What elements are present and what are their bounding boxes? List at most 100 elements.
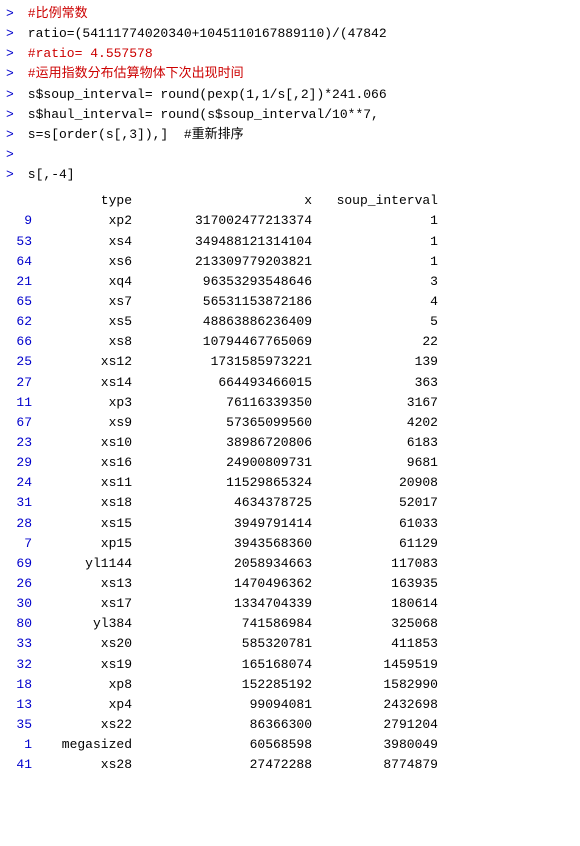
cell-x: 2058934663 [138,554,318,574]
cell-soup-interval: 52017 [318,493,438,513]
cell-type: xs10 [38,433,138,453]
cell-x: 99094081 [138,695,318,715]
cell-type: xs8 [38,332,138,352]
cell-soup-interval: 20908 [318,473,438,493]
line-4: > #运用指数分布估算物体下次出现时间 [0,64,580,84]
cell-x: 3943568360 [138,534,318,554]
cell-x: 1334704339 [138,594,318,614]
cell-type: xp8 [38,675,138,695]
line-1: > #比例常数 [0,4,580,24]
cell-soup-interval: 1582990 [318,675,438,695]
cell-soup-interval: 117083 [318,554,438,574]
cell-soup-interval: 325068 [318,614,438,634]
cell-rownum: 53 [6,232,38,252]
cell-rownum: 41 [6,755,38,775]
cell-soup-interval: 163935 [318,574,438,594]
cell-x: 317002477213374 [138,211,318,231]
cell-type: xs5 [38,312,138,332]
prompt: > [6,44,20,64]
cell-x: 11529865324 [138,473,318,493]
table-row: 66 xs8 10794467765069 22 [6,332,574,352]
cell-soup-interval: 2432698 [318,695,438,715]
table-row: 53 xs4 349488121314104 1 [6,232,574,252]
cell-rownum: 23 [6,433,38,453]
cell-x: 48863886236409 [138,312,318,332]
cell-x: 3949791414 [138,514,318,534]
cell-rownum: 11 [6,393,38,413]
cell-rownum: 32 [6,655,38,675]
cell-soup-interval: 1 [318,232,438,252]
cell-rownum: 33 [6,634,38,654]
line-5: > s$soup_interval= round(pexp(1,1/s[,2])… [0,85,580,105]
cell-rownum: 26 [6,574,38,594]
cell-soup-interval: 6183 [318,433,438,453]
code-text: s=s[order(s[,3]),] #重新排序 [20,125,244,145]
cell-soup-interval: 3 [318,272,438,292]
table-row: 31 xs18 4634378725 52017 [6,493,574,513]
cell-soup-interval: 3167 [318,393,438,413]
cell-x: 664493466015 [138,373,318,393]
cell-x: 56531153872186 [138,292,318,312]
table-row: 62 xs5 48863886236409 5 [6,312,574,332]
cell-type: xs20 [38,634,138,654]
cell-soup-interval: 9681 [318,453,438,473]
cell-type: xs19 [38,655,138,675]
cell-soup-interval: 1459519 [318,655,438,675]
cell-type: yl384 [38,614,138,634]
code-text: #运用指数分布估算物体下次出现时间 [20,64,244,84]
cell-x: 76116339350 [138,393,318,413]
cell-x: 86366300 [138,715,318,735]
cell-x: 24900809731 [138,453,318,473]
cell-rownum: 7 [6,534,38,554]
table-row: 18 xp8 152285192 1582990 [6,675,574,695]
cell-rownum: 29 [6,453,38,473]
cell-soup-interval: 180614 [318,594,438,614]
cell-soup-interval: 22 [318,332,438,352]
cell-x: 60568598 [138,735,318,755]
cell-type: xs17 [38,594,138,614]
cell-type: xs15 [38,514,138,534]
cell-type: xp4 [38,695,138,715]
table-row: 35 xs22 86366300 2791204 [6,715,574,735]
table-row: 33 xs20 585320781 411853 [6,634,574,654]
prompt: > [6,4,20,24]
cell-rownum: 65 [6,292,38,312]
code-text: #ratio= 4.557578 [20,44,153,64]
cell-soup-interval: 61129 [318,534,438,554]
cell-type: xs18 [38,493,138,513]
cell-type: xq4 [38,272,138,292]
cell-type: xs9 [38,413,138,433]
cell-x: 4634378725 [138,493,318,513]
header-x: x [138,191,318,211]
cell-x: 152285192 [138,675,318,695]
table-row: 29 xs16 24900809731 9681 [6,453,574,473]
table-row: 30 xs17 1334704339 180614 [6,594,574,614]
cell-type: xs28 [38,755,138,775]
prompt: > [6,85,20,105]
cell-x: 165168074 [138,655,318,675]
cell-type: xs7 [38,292,138,312]
cell-rownum: 9 [6,211,38,231]
cell-soup-interval: 5 [318,312,438,332]
cell-type: xs22 [38,715,138,735]
table-row: 7 xp15 3943568360 61129 [6,534,574,554]
cell-x: 1470496362 [138,574,318,594]
cell-soup-interval: 1 [318,252,438,272]
cell-rownum: 62 [6,312,38,332]
cell-type: xs14 [38,373,138,393]
cell-rownum: 1 [6,735,38,755]
table-row: 21 xq4 96353293548646 3 [6,272,574,292]
prompt: > [6,125,20,145]
code-text: s$haul_interval= round(s$soup_interval/1… [20,105,379,125]
cell-soup-interval: 4202 [318,413,438,433]
code-text: s$soup_interval= round(pexp(1,1/s[,2])*2… [20,85,387,105]
header-rownum [6,191,38,211]
code-text: s[,-4] [20,165,75,185]
cell-rownum: 69 [6,554,38,574]
table-row: 64 xs6 213309779203821 1 [6,252,574,272]
table-row: 67 xs9 57365099560 4202 [6,413,574,433]
data-table: type x soup_interval 9 xp2 3170024772133… [0,191,580,775]
table-row: 26 xs13 1470496362 163935 [6,574,574,594]
code-text: ratio=(54111774020340+1045110167889110)/… [20,24,387,44]
table-row: 23 xs10 38986720806 6183 [6,433,574,453]
